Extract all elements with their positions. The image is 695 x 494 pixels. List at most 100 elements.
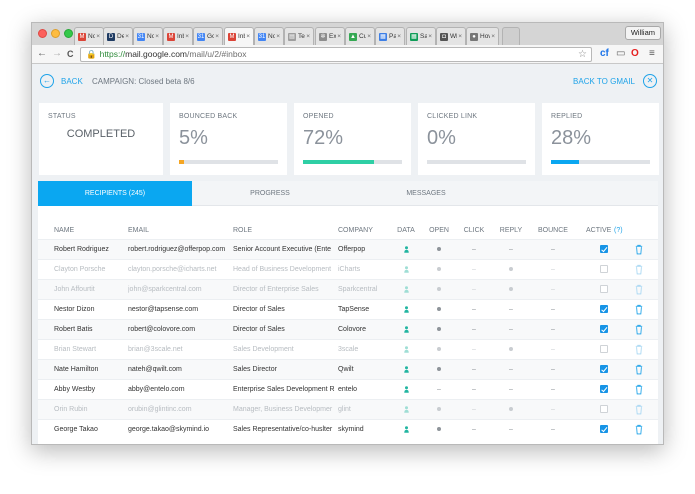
browser-tab[interactable]: MInb× (163, 27, 193, 45)
tab-close-icon[interactable]: × (491, 33, 495, 40)
status-dash-reply: – (509, 306, 513, 313)
browser-tab[interactable]: ◘Wha× (436, 27, 466, 45)
row-name: Brian Stewart (54, 346, 97, 353)
tab-close-icon[interactable]: × (276, 33, 280, 40)
data-person-icon[interactable] (397, 340, 415, 360)
tab-close-icon[interactable]: × (397, 33, 401, 40)
table-row[interactable]: John Affourtit john@sparkcentral.com Direc… (38, 279, 658, 299)
table-row[interactable]: George Takao george.takao@skymind.io Sales… (38, 419, 658, 439)
tab-close-icon[interactable]: × (215, 33, 219, 40)
bookmark-star-icon[interactable]: ☆ (578, 48, 587, 61)
browser-tab[interactable]: DDev× (103, 27, 133, 45)
data-person-icon[interactable] (397, 260, 415, 280)
minimize-window-button[interactable] (51, 29, 60, 38)
trash-icon[interactable] (635, 400, 647, 420)
tab-progress[interactable]: PROGRESS (192, 181, 348, 206)
trash-icon[interactable] (635, 300, 647, 320)
cast-icon[interactable]: ▭ (616, 48, 625, 60)
browser-tab[interactable]: MInb× (224, 27, 254, 45)
data-person-icon[interactable] (397, 280, 415, 300)
address-bar[interactable]: 🔒 https://mail.google.com/mail/u/2/#inbox… (80, 47, 592, 62)
browser-tab[interactable]: ▦Sale× (406, 27, 436, 45)
data-person-icon[interactable] (397, 400, 415, 420)
status-dash-bounce: – (551, 246, 555, 253)
extension-cf-icon[interactable]: cf (600, 48, 609, 60)
active-checkbox[interactable] (600, 360, 612, 380)
back-circle-icon[interactable]: ← (40, 74, 54, 88)
zoom-window-button[interactable] (64, 29, 73, 38)
browser-tab[interactable]: 31Nov× (254, 27, 284, 45)
data-person-icon[interactable] (397, 380, 415, 400)
tab-messages[interactable]: MESSAGES (348, 181, 504, 206)
browser-tab[interactable]: ●Hov× (466, 27, 499, 45)
tab-recipients[interactable]: RECIPIENTS (245) (38, 181, 192, 206)
back-to-gmail-link[interactable]: BACK TO GMAIL (573, 77, 635, 86)
opera-extension-icon[interactable]: O (631, 48, 639, 60)
table-row[interactable]: Orin Rubin orubin@glintinc.com Manager, Bu… (38, 399, 658, 419)
active-help-link[interactable]: (?) (614, 227, 623, 234)
data-person-icon[interactable] (397, 420, 415, 440)
close-circle-icon[interactable]: ✕ (643, 74, 657, 88)
trash-icon[interactable] (635, 340, 647, 360)
tab-close-icon[interactable]: × (125, 33, 129, 40)
trash-icon[interactable] (635, 260, 647, 280)
table-row[interactable]: Nate Hamilton nateh@qwilt.com Sales Direct… (38, 359, 658, 379)
table-row[interactable]: Robert Rodriguez robert.rodriguez@offerpo… (38, 239, 658, 259)
browser-tab[interactable]: ▦Pale× (375, 27, 405, 45)
tab-close-icon[interactable]: × (458, 33, 462, 40)
tab-close-icon[interactable]: × (337, 33, 341, 40)
reload-icon[interactable]: C (67, 48, 74, 60)
row-email: brian@3scale.net (128, 346, 183, 353)
active-checkbox[interactable] (600, 260, 612, 280)
tab-favicon-icon: M (167, 32, 175, 41)
browser-tab[interactable]: 31Nov× (133, 27, 163, 45)
table-row[interactable]: Clayton Porsche clayton.porsche@icharts.n… (38, 259, 658, 279)
tab-close-icon[interactable]: × (428, 33, 432, 40)
status-dot-open (428, 300, 450, 320)
back-link[interactable]: BACK (61, 77, 83, 86)
tab-close-icon[interactable]: × (246, 33, 250, 40)
active-checkbox[interactable] (600, 420, 612, 440)
browser-tab[interactable]: ▲Cus× (345, 27, 375, 45)
browser-tab[interactable]: ▤Tea× (284, 27, 314, 45)
trash-icon[interactable] (635, 280, 647, 300)
chrome-menu-icon[interactable]: ≡ (649, 48, 655, 60)
table-row[interactable]: Brian Stewart brian@3scale.net Sales Devel… (38, 339, 658, 359)
data-person-icon[interactable] (397, 240, 415, 260)
trash-icon[interactable] (635, 360, 647, 380)
status-dash-bounce: – (551, 346, 555, 353)
tab-close-icon[interactable]: × (306, 33, 310, 40)
browser-tab[interactable]: ✲Exte× (315, 27, 345, 45)
active-checkbox[interactable] (600, 380, 612, 400)
trash-icon[interactable] (635, 420, 647, 440)
trash-icon[interactable] (635, 240, 647, 260)
recipients-panel: RECIPIENTS (245) PROGRESS MESSAGES NAME EMA… (38, 181, 658, 444)
tab-close-icon[interactable]: × (155, 33, 159, 40)
trash-icon[interactable] (635, 380, 647, 400)
data-person-icon[interactable] (397, 360, 415, 380)
table-row[interactable]: Nestor Dizon nestor@tapsense.com Director … (38, 299, 658, 319)
active-checkbox[interactable] (600, 400, 612, 420)
new-tab-button[interactable] (502, 27, 520, 45)
trash-icon[interactable] (635, 320, 647, 340)
table-row[interactable]: Abby Westby abby@entelo.com Enterprise Sal… (38, 379, 658, 399)
tab-close-icon[interactable]: × (367, 33, 371, 40)
browser-tab[interactable]: MNov× (74, 27, 104, 45)
table-row[interactable]: Robert Batis robert@colovore.com Director … (38, 319, 658, 339)
browser-tab[interactable]: 31Goo× (193, 27, 223, 45)
active-checkbox[interactable] (600, 300, 612, 320)
tab-close-icon[interactable]: × (185, 33, 189, 40)
active-checkbox[interactable] (600, 240, 612, 260)
row-role: Sales Representative/co-huslter (233, 426, 333, 433)
forward-arrow-icon[interactable]: → (52, 48, 62, 60)
profile-chip[interactable]: William (624, 26, 661, 40)
close-window-button[interactable] (38, 29, 47, 38)
active-checkbox[interactable] (600, 340, 612, 360)
active-checkbox[interactable] (600, 280, 612, 300)
back-arrow-icon[interactable]: ← (37, 48, 47, 60)
data-person-icon[interactable] (397, 320, 415, 340)
row-email: john@sparkcentral.com (128, 286, 202, 293)
tab-close-icon[interactable]: × (96, 33, 100, 40)
data-person-icon[interactable] (397, 300, 415, 320)
active-checkbox[interactable] (600, 320, 612, 340)
